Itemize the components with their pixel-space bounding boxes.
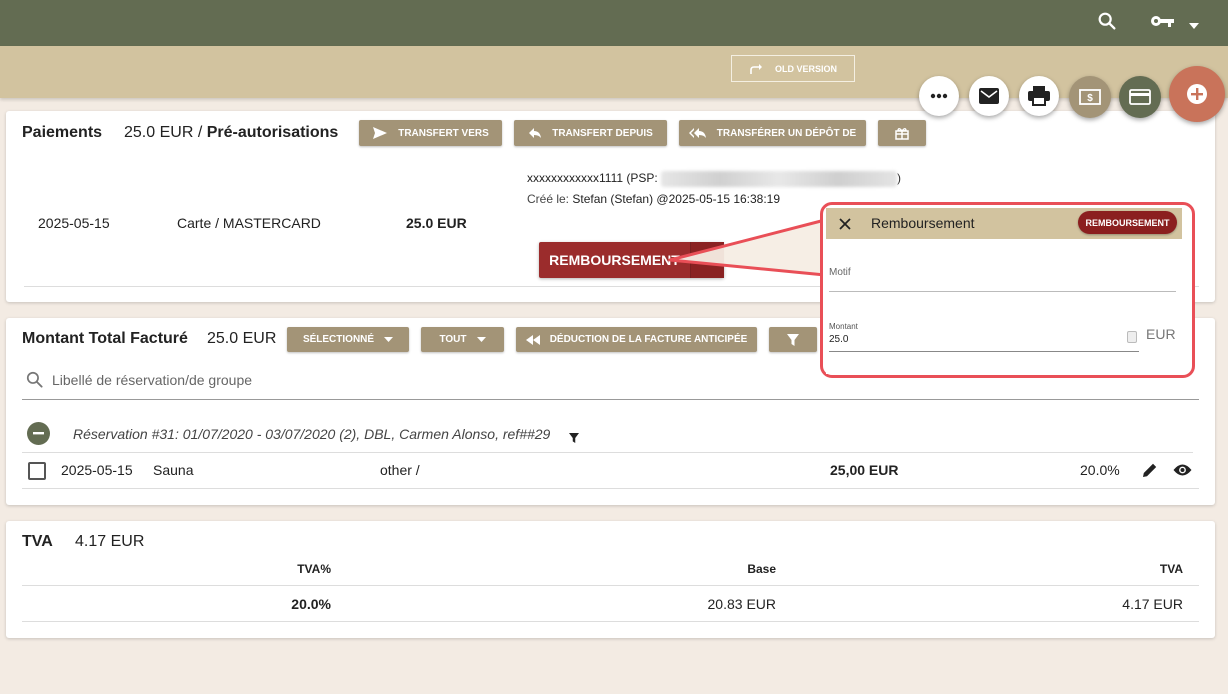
vat-row-rate: 20.0% — [291, 596, 331, 612]
group-filter-icon[interactable] — [569, 430, 579, 443]
transfer-deposit-button[interactable]: TRANSFÉRER UN DÉPÔT DE — [679, 120, 866, 146]
gift-button[interactable] — [878, 120, 926, 146]
eye-icon[interactable] — [1173, 463, 1192, 477]
key-icon[interactable] — [1150, 12, 1176, 30]
edit-icon[interactable] — [1142, 462, 1158, 478]
payments-title: Paiements — [22, 124, 103, 141]
credit-card-icon — [1129, 89, 1151, 105]
mail-icon — [979, 88, 999, 104]
chevron-down-icon — [384, 336, 394, 342]
deduction-label: DÉDUCTION DE LA FACTURE ANTICIPÉE — [549, 334, 748, 345]
created-info: Créé le: Stefan (Stefan) @2025-05-15 16:… — [527, 192, 780, 206]
search-icon[interactable] — [1096, 10, 1118, 32]
payments-separator: / — [197, 124, 203, 141]
selected-label: SÉLECTIONNÉ — [302, 334, 375, 345]
add-icon — [1187, 84, 1207, 104]
deduction-button[interactable]: DÉDUCTION DE LA FACTURE ANTICIPÉE — [516, 327, 757, 352]
gift-icon — [895, 128, 909, 140]
transfer-from-button[interactable]: TRANSFERT DEPUIS — [514, 120, 667, 146]
reply-icon — [529, 128, 542, 138]
motif-field[interactable]: Motif — [829, 256, 1176, 292]
card-number: xxxxxxxxxxxx1111 (PSP: ) — [527, 171, 901, 187]
vat-row-vat: 4.17 EUR — [1122, 596, 1183, 612]
svg-text:$: $ — [1087, 93, 1093, 104]
vat-amount: 4.17 EUR — [75, 533, 145, 550]
transfer-to-label: TRANSFERT VERS — [398, 127, 489, 139]
callout-pointer — [668, 218, 826, 277]
old-version-label: OLD VERSION — [774, 63, 837, 74]
vat-row-base: 20.83 EUR — [707, 596, 776, 612]
montant-field[interactable]: Montant 25.0 — [829, 318, 1139, 352]
cash-icon: $ — [1079, 89, 1101, 105]
item-divider — [22, 488, 1199, 489]
group-label: Réservation #31: 01/07/2020 - 03/07/2020… — [73, 426, 551, 442]
vat-header-vat: TVA — [1159, 562, 1183, 576]
collapse-button[interactable] — [27, 422, 50, 445]
rewind-icon — [525, 334, 540, 345]
item-checkbox[interactable] — [28, 462, 46, 480]
transfer-from-label: TRANSFERT DEPUIS — [552, 127, 653, 139]
close-icon[interactable] — [839, 217, 851, 230]
selected-dropdown-button[interactable]: SÉLECTIONNÉ — [287, 327, 409, 352]
refund-panel-title: Remboursement — [871, 215, 975, 231]
transfer-to-button[interactable]: TRANSFERT VERS — [359, 120, 502, 146]
item-category: other / — [380, 462, 420, 478]
chevron-down-icon — [476, 336, 486, 342]
transfer-deposit-label: TRANSFÉRER UN DÉPÔT DE — [716, 127, 857, 139]
all-dropdown-button[interactable]: TOUT — [421, 327, 504, 352]
group-divider — [22, 452, 1193, 453]
preauth-label: Pré-autorisations — [206, 124, 339, 141]
number-stepper[interactable] — [1127, 331, 1137, 343]
more-icon — [930, 93, 948, 99]
vat-header-rate: TVA% — [297, 562, 331, 576]
old-version-button[interactable]: OLD VERSION — [731, 55, 855, 82]
mail-button[interactable] — [969, 76, 1009, 116]
vat-header-base: Base — [747, 562, 776, 576]
print-button[interactable] — [1019, 76, 1059, 116]
collapse-icon — [33, 432, 44, 435]
vat-header-divider — [22, 585, 1199, 586]
payment-method: Carte / MASTERCARD — [177, 215, 321, 231]
redo-icon — [750, 63, 762, 74]
add-button[interactable] — [1169, 66, 1225, 122]
montant-value: 25.0 — [829, 334, 849, 345]
currency-label: EUR — [1146, 326, 1176, 342]
chevron-down-icon[interactable] — [1188, 17, 1200, 29]
montant-label: Montant — [829, 322, 858, 331]
search-underline — [22, 399, 1199, 400]
filter-button[interactable] — [769, 327, 817, 352]
search-icon — [25, 370, 44, 389]
created-prefix: Créé le: — [527, 192, 570, 206]
credit-card-button[interactable] — [1119, 76, 1161, 118]
psp-close: ) — [897, 171, 902, 186]
billing-title: Montant Total Facturé — [22, 330, 188, 347]
item-date: 2025-05-15 — [61, 462, 133, 478]
print-icon — [1028, 86, 1050, 106]
send-icon — [373, 127, 388, 139]
all-label: TOUT — [439, 334, 467, 345]
item-vat: 20.0% — [1080, 462, 1120, 478]
vat-title: TVA — [22, 533, 53, 550]
billing-amount: 25.0 EUR — [207, 330, 277, 347]
reply-all-icon — [688, 128, 706, 138]
more-button[interactable] — [919, 76, 959, 116]
payment-amount: 25.0 EUR — [406, 215, 467, 231]
filter-icon — [787, 333, 799, 346]
item-name: Sauna — [153, 462, 194, 478]
refund-panel: Remboursement REMBOURSEMENT Motif Montan… — [826, 208, 1182, 374]
cash-button[interactable]: $ — [1069, 76, 1111, 118]
payment-date: 2025-05-15 — [38, 215, 110, 231]
item-amount: 25,00 EUR — [830, 462, 899, 478]
card-number-text: xxxxxxxxxxxx1111 (PSP: — [527, 171, 658, 186]
payments-total: 25.0 EUR — [124, 124, 194, 141]
psp-blurred — [661, 171, 898, 187]
refund-panel-action-button[interactable]: REMBOURSEMENT — [1078, 211, 1177, 234]
vat-row-divider — [22, 621, 1199, 622]
payments-amount: 25.0 EUR / Pré-autorisations — [124, 124, 338, 142]
motif-label: Motif — [829, 267, 851, 278]
top-bar — [0, 0, 1228, 46]
search-input[interactable]: Libellé de réservation/de groupe — [52, 372, 252, 388]
created-value: Stefan (Stefan) @2025-05-15 16:38:19 — [572, 192, 781, 206]
